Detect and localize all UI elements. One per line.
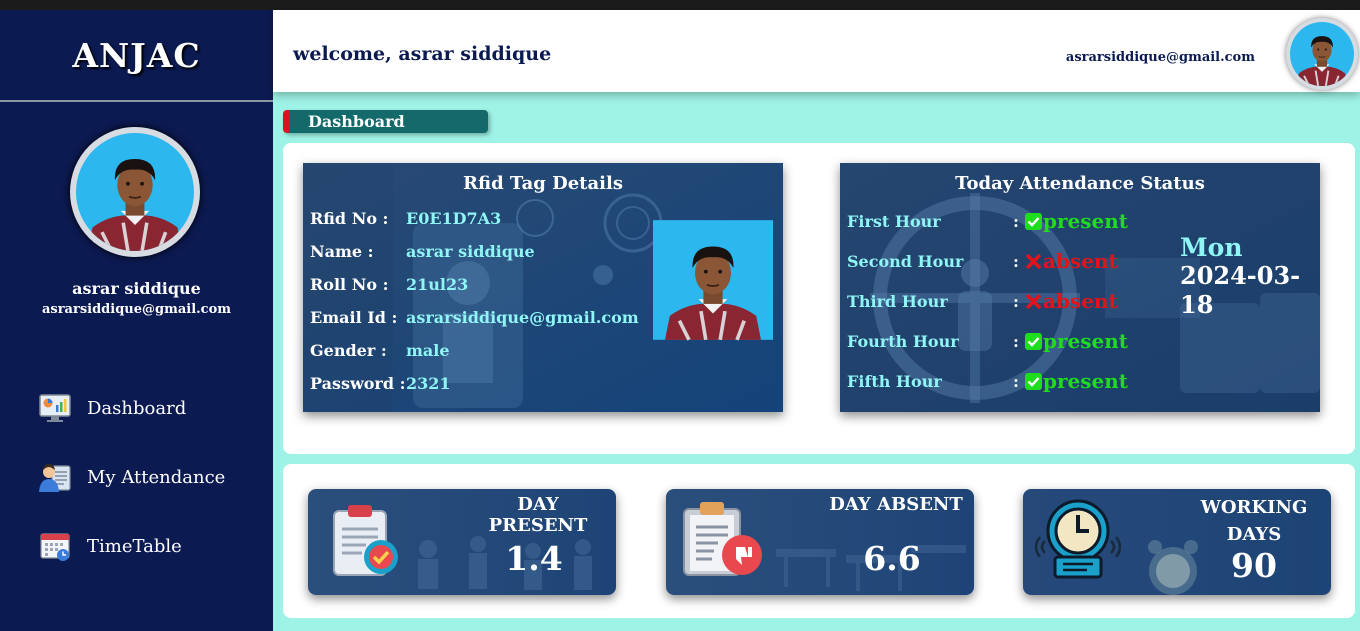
day-absent-label: DAY ABSENT: [829, 494, 963, 515]
attendance-date: 2024-03-18: [1180, 261, 1301, 319]
check-square-icon: [1025, 372, 1042, 390]
cross-icon: [1025, 293, 1042, 309]
day-present-value: 1.4: [505, 539, 563, 578]
hour-colon: :: [1013, 252, 1019, 271]
sidebar-item-my-attendance[interactable]: My Attendance: [38, 460, 225, 494]
roll-no-label: Roll No :: [310, 275, 389, 294]
top-header: welcome, asrar siddique asrarsiddique@gm…: [273, 10, 1360, 92]
header-user-email: asrarsiddique@gmail.com: [1065, 50, 1255, 65]
hour-status-text: absent: [1043, 249, 1118, 273]
working-days-label-2: DAYS: [1226, 524, 1282, 545]
name-value: asrar siddique: [406, 242, 535, 261]
password-value: 2321: [406, 374, 451, 393]
working-days-value: 90: [1231, 546, 1277, 585]
hour-status-text: present: [1043, 209, 1129, 233]
sidebar-divider: [0, 100, 273, 102]
email-value: asrarsiddique@gmail.com: [406, 308, 639, 327]
student-photo: [653, 210, 773, 350]
hour-label-fourth: Fourth Hour: [847, 332, 959, 351]
gender-label: Gender :: [310, 341, 387, 360]
hour-status-second: absent: [1025, 249, 1118, 273]
hour-status-first: present: [1025, 209, 1128, 233]
hour-colon: :: [1013, 372, 1019, 391]
hour-label-second: Second Hour: [847, 252, 964, 271]
sidebar-avatar: [70, 127, 200, 257]
sidebar-user-email: asrarsiddique@gmail.com: [41, 302, 232, 317]
calendar-icon: [40, 533, 70, 561]
hour-colon: :: [1013, 332, 1019, 351]
cross-icon: [1025, 253, 1042, 269]
page-title: Dashboard: [283, 110, 488, 133]
rfid-value: E0E1D7A3: [406, 209, 502, 228]
roll-no-value: 21ul23: [406, 275, 469, 294]
clipboard-check-icon: [333, 505, 398, 576]
hour-colon: :: [1013, 212, 1019, 231]
rfid-card-title: Rfid Tag Details: [463, 173, 623, 194]
rfid-tag-card: Rfid Tag Details Rfid No : E0E1D7A3 Name…: [303, 163, 783, 412]
day-name: Mon: [1180, 233, 1243, 262]
sidebar-item-label: My Attendance: [87, 466, 226, 488]
clipboard-thumbs-down-icon: [683, 502, 762, 576]
rfid-label: Rfid No :: [310, 209, 389, 228]
hour-label-third: Third Hour: [847, 292, 948, 311]
dashboard-monitor-icon: [39, 394, 71, 422]
sidebar: ANJAC asrar siddique asrarsiddique@gmail…: [0, 10, 273, 631]
sidebar-item-dashboard[interactable]: Dashboard: [38, 391, 186, 425]
check-square-icon: [1025, 212, 1042, 230]
email-label: Email Id :: [310, 308, 398, 327]
working-days-card: WORKING DAYS 90: [1023, 489, 1331, 595]
hour-colon: :: [1013, 292, 1019, 311]
brand-logo[interactable]: ANJAC: [0, 10, 273, 100]
gender-value: male: [406, 341, 450, 360]
day-present-card: DAY PRESENT 1.4: [308, 489, 616, 595]
hour-status-fourth: present: [1025, 329, 1128, 353]
sidebar-item-label: TimeTable: [87, 535, 182, 557]
password-label: Password :: [310, 374, 406, 393]
today-attendance-card: Today Attendance Status First Hour : pre…: [840, 163, 1320, 412]
sidebar-item-timetable[interactable]: TimeTable: [38, 529, 182, 563]
day-absent-card: DAY ABSENT 6.6: [666, 489, 974, 595]
header-avatar[interactable]: [1286, 18, 1358, 90]
name-label: Name :: [310, 242, 374, 261]
attendance-card-title: Today Attendance Status: [955, 173, 1205, 194]
welcome-text: welcome, asrar siddique: [293, 43, 552, 65]
sidebar-user-name: asrar siddique: [72, 279, 201, 298]
hour-status-text: present: [1043, 329, 1129, 353]
hour-label-fifth: Fifth Hour: [847, 372, 942, 391]
day-present-label: DAY PRESENT: [488, 494, 588, 536]
browser-bookmark-bar: [0, 0, 1360, 10]
hour-status-fifth: present: [1025, 369, 1128, 393]
clock-icon: [1035, 499, 1121, 579]
hour-label-first: First Hour: [847, 212, 941, 231]
day-absent-value: 6.6: [863, 539, 921, 578]
hour-status-third: absent: [1025, 289, 1118, 313]
check-square-icon: [1025, 332, 1042, 350]
hour-status-text: present: [1043, 369, 1129, 393]
working-days-label: WORKING: [1200, 497, 1308, 518]
attendance-user-icon: [39, 464, 71, 492]
sidebar-item-label: Dashboard: [87, 397, 187, 419]
hour-status-text: absent: [1043, 289, 1118, 313]
